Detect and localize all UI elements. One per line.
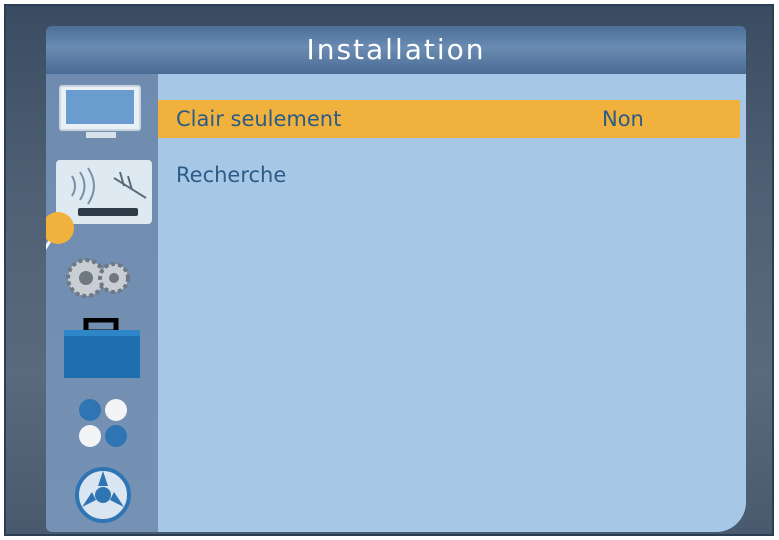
toolbox-icon[interactable] xyxy=(62,318,142,380)
reel-icon[interactable] xyxy=(74,466,132,524)
menu-item-value: Non xyxy=(602,107,644,131)
menu-frame: Installation Clair seulement Non Recherc… xyxy=(46,26,746,532)
tv-screen: Installation Clair seulement Non Recherc… xyxy=(4,4,774,536)
page-title: Installation xyxy=(306,33,486,66)
menu-item-clair-seulement[interactable]: Clair seulement Non xyxy=(158,100,740,138)
dots-icon[interactable] xyxy=(76,396,132,452)
menu-item-recherche[interactable]: Recherche xyxy=(158,156,740,194)
menu-item-label: Clair seulement xyxy=(176,107,342,131)
menu-item-label: Recherche xyxy=(176,163,287,187)
menu-content: Clair seulement Non Recherche xyxy=(158,74,746,532)
tv-icon[interactable] xyxy=(58,84,144,142)
gears-icon[interactable] xyxy=(64,250,136,306)
sidebar xyxy=(46,74,158,532)
title-bar: Installation xyxy=(46,26,746,74)
